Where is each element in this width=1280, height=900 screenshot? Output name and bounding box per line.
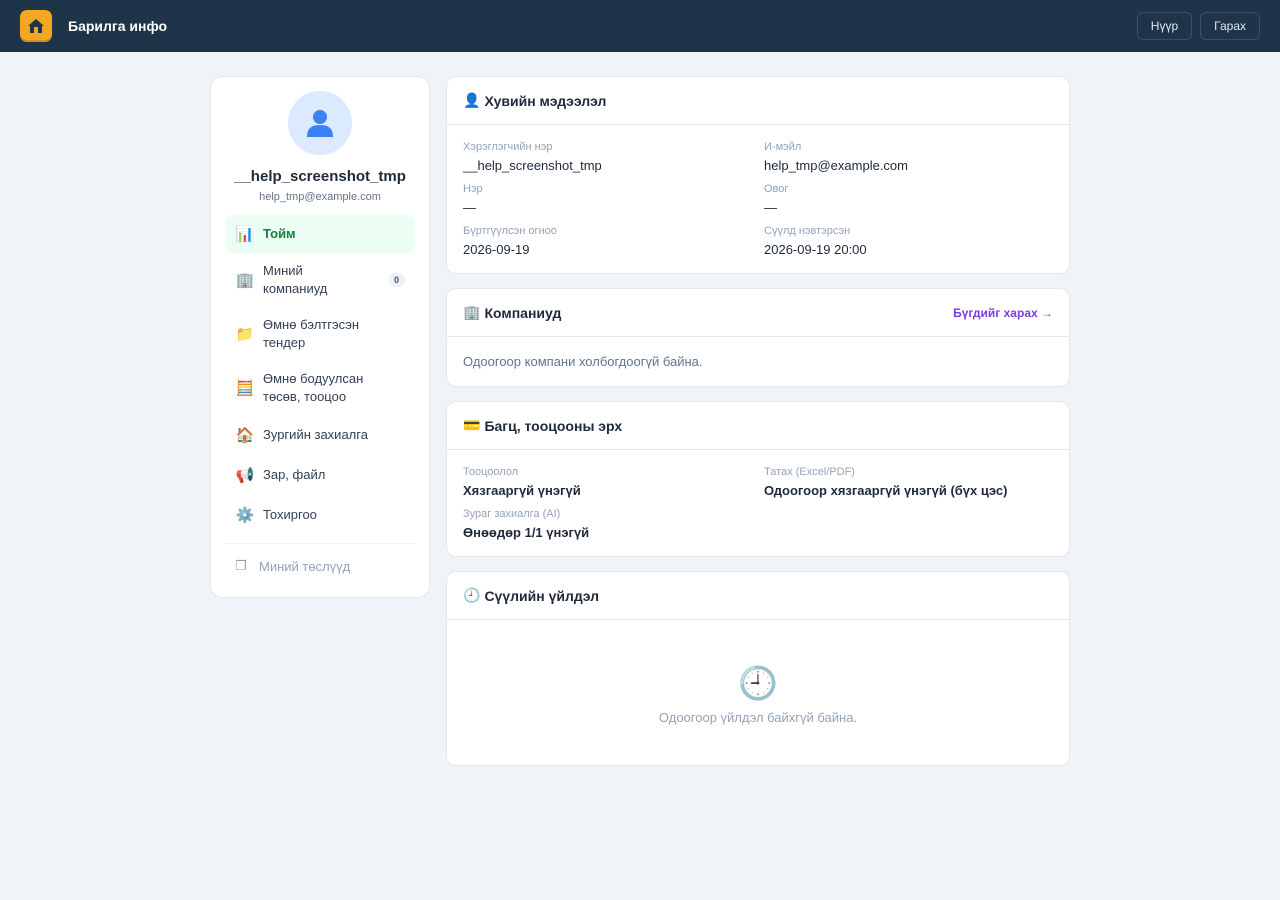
logout-button[interactable]: Гарах: [1200, 12, 1260, 40]
brand-name[interactable]: Барилга инфо: [68, 18, 167, 34]
field-label: Овог: [764, 183, 789, 195]
last-login-value: 2026-09-19 20:00: [764, 242, 867, 257]
calculation-value: Хязгааргүй үнэгүй: [463, 483, 581, 498]
avatar: [288, 91, 352, 155]
field-label: Сүүлд нэвтэрсэн: [764, 225, 851, 237]
registered-date-value: 2026-09-19: [463, 242, 530, 257]
house-icon: 🏠: [235, 427, 255, 444]
folder-outline-icon: ❒: [235, 558, 247, 573]
field-label: И-мэйл: [764, 141, 802, 153]
drawing-order-value: Өнөөдөр 1/1 үнэгүй: [463, 525, 590, 540]
card-title: Компаниуд: [484, 304, 562, 321]
megaphone-icon: 📢: [235, 467, 255, 484]
field-label: Зураг захиалга (AI): [463, 508, 561, 520]
sidebar-item-label: Тохиргоо: [263, 507, 317, 522]
sidebar-item-overview[interactable]: 📊 Тойм: [225, 215, 415, 253]
profile-email: help_tmp@example.com: [259, 191, 381, 203]
field-label: Нэр: [463, 183, 483, 195]
empty-message: Одоогоор үйлдэл байхгүй байна.: [658, 710, 858, 725]
sidebar-item-label: Миний компаниуд: [263, 263, 328, 296]
sidebar-item-ads-files[interactable]: 📢 Зар, файл: [225, 455, 415, 495]
empty-message: Одоогоор компани холбогдоогүй байна.: [463, 354, 703, 369]
sidebar-item-my-companies[interactable]: 🏢 Миний компаниуд 0: [225, 253, 415, 307]
top-bar: Барилга инфо Нүүр Гарах: [0, 0, 1280, 52]
clock-icon: 🕘: [463, 587, 481, 603]
recent-activity-card: 🕘 Сүүлийн үйлдэл 🕘 Одоогоор үйлдэл байхг…: [446, 571, 1070, 766]
download-value: Одоогоор хязгааргүй үнэгүй (бүх цэс): [764, 483, 1008, 498]
field-label: Хэрэглэгчийн нэр: [463, 141, 553, 153]
field-label: Татах (Excel/PDF): [764, 466, 855, 478]
sidebar-item-estimates[interactable]: 🧮 Өмнө бодуулсан төсөв, тооцоо: [225, 361, 415, 415]
profile-username: __help_screenshot_tmp: [234, 168, 406, 185]
sidebar-item-label: Зар, файл: [263, 467, 326, 482]
abacus-icon: 🧮: [235, 380, 255, 397]
bar-chart-icon: 📊: [235, 226, 255, 243]
card-title: Сүүлийн үйлдэл: [484, 587, 600, 604]
house-icon[interactable]: [20, 10, 52, 42]
sidebar-item-tenders[interactable]: 📁 Өмнө бэлтгэсэн тендер: [225, 307, 415, 361]
user-icon: 👤: [463, 92, 481, 108]
view-all-link[interactable]: Бүгдийг харах →: [953, 306, 1053, 320]
personal-info-card: 👤 Хувийн мэдээлэл Хэрэглэгчийн нэр __hel…: [446, 76, 1070, 274]
last-name-value: —: [764, 200, 777, 215]
gear-icon: ⚙️: [235, 507, 255, 524]
clock-icon: 🕘: [738, 665, 778, 701]
sidebar-item-label: Өмнө бэлтгэсэн тендер: [263, 317, 360, 350]
sidebar-item-settings[interactable]: ⚙️ Тохиргоо: [225, 495, 415, 535]
sidebar: __help_screenshot_tmp help_tmp@example.c…: [210, 76, 430, 598]
user-icon: [307, 110, 333, 137]
username-value: __help_screenshot_tmp: [463, 158, 602, 173]
sidebar-item-label: Өмнө бодуулсан төсөв, тооцоо: [263, 371, 364, 404]
sidebar-item-label: Миний төслүүд: [259, 558, 351, 574]
sidebar-item-drawing-orders[interactable]: 🏠 Зургийн захиалга: [225, 415, 415, 455]
sidebar-item-label: Зургийн захиалга: [263, 427, 368, 442]
package-card: 💳 Багц, тооцооны эрх Тооцоолол Хязгааргү…: [446, 401, 1070, 557]
sidebar-item-label: Тойм: [263, 226, 296, 241]
building-icon: 🏢: [463, 304, 481, 320]
field-label: Тооцоолол: [463, 466, 519, 478]
credit-card-icon: 💳: [463, 417, 481, 433]
field-label: Бүртгүүлсэн огноо: [463, 225, 557, 237]
brand[interactable]: Барилга инфо: [20, 10, 167, 42]
card-title: Хувийн мэдээлэл: [484, 92, 607, 109]
building-icon: 🏢: [235, 272, 255, 289]
sidebar-nav: 📊 Тойм 🏢 Миний компаниуд 0 📁 Өмнө бэлтгэ…: [225, 215, 415, 588]
main-content: 👤 Хувийн мэдээлэл Хэрэглэгчийн нэр __hel…: [446, 76, 1070, 780]
card-title: Багц, тооцооны эрх: [484, 417, 623, 434]
companies-card: 🏢 Компаниуд Бүгдийг харах → Одоогоор ком…: [446, 288, 1070, 387]
first-name-value: —: [463, 200, 476, 215]
sidebar-item-my-projects: ❒ Миний төслүүд: [225, 544, 415, 588]
folder-icon: 📁: [235, 326, 255, 343]
email-value: help_tmp@example.com: [764, 158, 908, 173]
count-badge: 0: [387, 273, 405, 287]
home-button[interactable]: Нүүр: [1136, 12, 1193, 40]
